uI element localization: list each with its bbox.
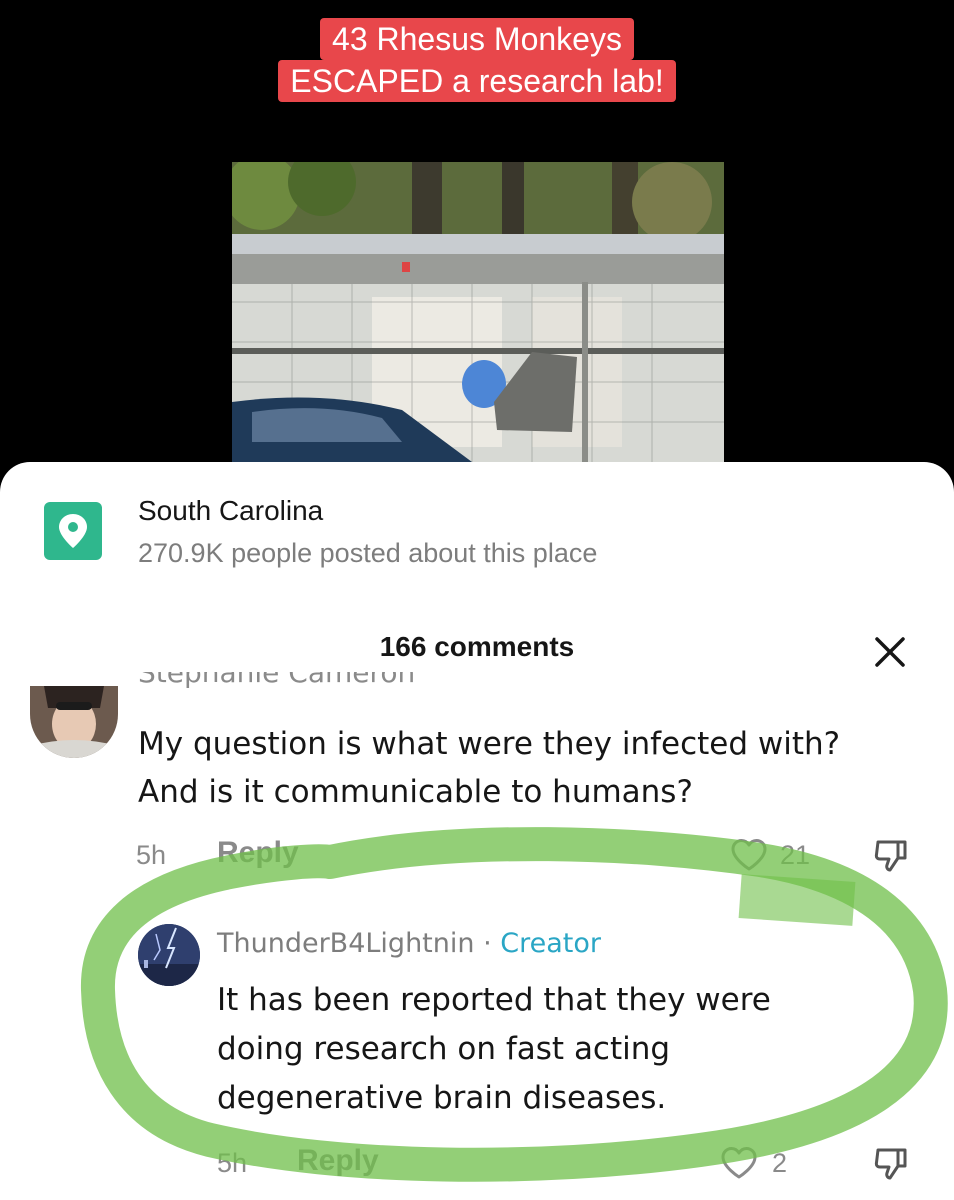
comment-text-line: doing research on fast acting	[217, 1031, 671, 1067]
comment-username[interactable]: ThunderB4Lightnin · Creator	[217, 928, 601, 959]
location-pin-icon[interactable]	[44, 502, 102, 560]
comment-text: My question is what were they infected w…	[138, 720, 840, 816]
avatar[interactable]	[30, 686, 118, 758]
comments-count-title: 166 comments	[379, 631, 575, 662]
location-subtitle: 270.9K people posted about this place	[138, 538, 598, 568]
like-count: 2	[772, 1148, 788, 1178]
video-frame	[232, 162, 724, 462]
reply-button[interactable]: Reply	[217, 836, 299, 870]
comment-timestamp: 5h	[136, 840, 167, 870]
heart-icon[interactable]	[720, 1146, 758, 1185]
username-text[interactable]: ThunderB4Lightnin	[217, 928, 475, 959]
reply-button[interactable]: Reply	[297, 1144, 379, 1178]
comments-sheet: South Carolina 270.9K people posted abou…	[0, 462, 954, 1200]
comment-text-line: And is it communicable to humans?	[138, 774, 693, 810]
separator-dot: ·	[474, 928, 501, 959]
comment-timestamp: 5h	[217, 1148, 248, 1178]
close-icon[interactable]	[870, 632, 910, 672]
heart-icon[interactable]	[730, 838, 768, 877]
caption-line-2: ESCAPED a research lab!	[278, 60, 676, 102]
comment-username-partial[interactable]: Stephanie Cameron	[138, 672, 415, 690]
comment-text: It has been reported that they were doin…	[217, 976, 771, 1123]
dislike-icon[interactable]	[872, 836, 910, 879]
avatar[interactable]	[138, 924, 200, 986]
location-name[interactable]: South Carolina	[138, 495, 323, 527]
creator-badge: Creator	[500, 928, 601, 959]
comment-text-line: degenerative brain diseases.	[217, 1080, 667, 1116]
comment-text-line: My question is what were they infected w…	[138, 726, 841, 762]
video-player[interactable]: 43 Rhesus Monkeys ESCAPED a research lab…	[0, 0, 954, 500]
video-frame-image	[232, 162, 724, 462]
dislike-icon[interactable]	[872, 1144, 910, 1187]
caption-line-1: 43 Rhesus Monkeys	[320, 18, 634, 60]
like-count: 21	[780, 840, 811, 870]
comment-text-line: It has been reported that they were	[217, 982, 771, 1018]
video-caption: 43 Rhesus Monkeys ESCAPED a research lab…	[0, 18, 954, 102]
